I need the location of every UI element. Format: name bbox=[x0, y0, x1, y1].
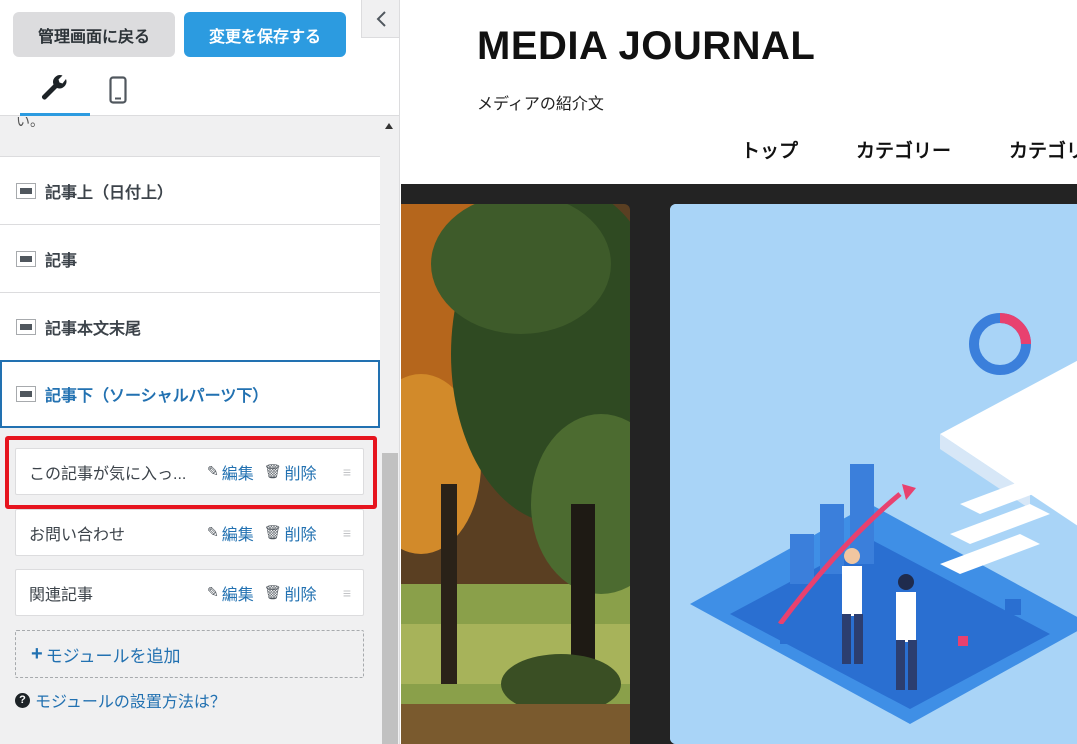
global-nav: トップ カテゴリー カテゴリー bbox=[741, 136, 1077, 163]
nav-item-top[interactable]: トップ bbox=[741, 136, 798, 163]
section-article[interactable]: 記事 bbox=[0, 224, 380, 292]
collapse-sidebar-button[interactable] bbox=[361, 0, 399, 38]
mobile-icon bbox=[109, 76, 127, 104]
pencil-icon: ✎ bbox=[207, 584, 219, 600]
trash-icon: 🗑 bbox=[263, 584, 282, 600]
section-above-article-date[interactable]: 記事上（日付上） bbox=[0, 156, 380, 224]
widget-area-icon bbox=[16, 182, 36, 199]
delete-label: 削除 bbox=[284, 526, 317, 544]
sidebar-scrollbar[interactable] bbox=[380, 117, 399, 744]
chevron-left-icon bbox=[376, 10, 386, 27]
autumn-tree-photo[interactable] bbox=[401, 204, 630, 744]
scroll-up-arrow-icon[interactable] bbox=[385, 123, 393, 129]
drag-handle-icon[interactable]: ≡ bbox=[343, 525, 351, 541]
add-module-label: モジュールを追加 bbox=[45, 646, 181, 666]
edit-module-link[interactable]: ✎ 編集 bbox=[207, 521, 254, 545]
delete-module-link[interactable]: 🗑 削除 bbox=[264, 521, 317, 545]
isometric-business-image bbox=[670, 204, 1077, 744]
tab-tools[interactable] bbox=[20, 64, 90, 116]
widget-area-icon bbox=[16, 250, 36, 267]
section-article-body-end[interactable]: 記事本文末尾 bbox=[0, 292, 380, 360]
edit-module-link[interactable]: ✎ 編集 bbox=[207, 581, 254, 605]
delete-module-link[interactable]: 🗑 削除 bbox=[264, 581, 317, 605]
edit-label: 編集 bbox=[221, 526, 254, 544]
business-illustration[interactable] bbox=[670, 204, 1077, 744]
delete-label: 削除 bbox=[284, 586, 317, 604]
hero-slider bbox=[401, 184, 1077, 744]
section-label: 記事下（ソーシャルパーツ下） bbox=[45, 388, 269, 405]
module-label: お問い合わせ bbox=[29, 526, 126, 544]
widget-area-icon bbox=[16, 386, 36, 402]
site-description: メディアの紹介文 bbox=[477, 96, 604, 113]
save-changes-button[interactable]: 変更を保存する bbox=[184, 12, 346, 57]
module-help-link[interactable]: ? モジュールの設置方法は？ bbox=[15, 688, 226, 712]
nav-item-category-2[interactable]: カテゴリー bbox=[1009, 136, 1077, 163]
customizer-sidebar: 管理画面に戻る 変更を保存する い。 記事上（日付上） 記事 記事本文末尾 記事… bbox=[0, 0, 400, 744]
section-label: 記事本文末尾 bbox=[45, 320, 142, 338]
question-icon: ? bbox=[15, 692, 30, 708]
section-label: 記事上（日付上） bbox=[45, 184, 174, 202]
add-module-button[interactable]: + モジュールを追加 bbox=[15, 630, 364, 678]
nav-item-category[interactable]: カテゴリー bbox=[856, 136, 951, 163]
help-label: モジュールの設置方法は？ bbox=[35, 694, 226, 711]
edit-label: 編集 bbox=[221, 586, 254, 604]
sidebar-header: 管理画面に戻る 変更を保存する bbox=[0, 0, 399, 116]
widget-area-icon bbox=[16, 318, 36, 335]
back-to-admin-button[interactable]: 管理画面に戻る bbox=[13, 12, 175, 57]
section-below-article-social[interactable]: 記事下（ソーシャルパーツ下） bbox=[0, 360, 380, 428]
autumn-tree-image bbox=[401, 204, 630, 744]
highlight-annotation bbox=[5, 436, 377, 509]
module-label: 関連記事 bbox=[29, 586, 94, 604]
plus-icon: + bbox=[31, 642, 43, 665]
wrench-icon bbox=[42, 74, 67, 99]
truncated-description: い。 bbox=[16, 117, 44, 129]
site-title[interactable]: MEDIA JOURNAL bbox=[477, 24, 815, 69]
module-item[interactable]: 関連記事 ✎ 編集 🗑 削除 ≡ bbox=[15, 569, 364, 616]
site-preview: MEDIA JOURNAL メディアの紹介文 トップ カテゴリー カテゴリー bbox=[401, 0, 1077, 744]
scroll-thumb[interactable] bbox=[382, 453, 398, 744]
section-label: 記事 bbox=[45, 252, 78, 270]
module-item[interactable]: お問い合わせ ✎ 編集 🗑 削除 ≡ bbox=[15, 509, 364, 556]
tab-mobile[interactable] bbox=[94, 64, 142, 116]
drag-handle-icon[interactable]: ≡ bbox=[343, 585, 351, 601]
pencil-icon: ✎ bbox=[207, 524, 219, 540]
trash-icon: 🗑 bbox=[263, 524, 282, 540]
